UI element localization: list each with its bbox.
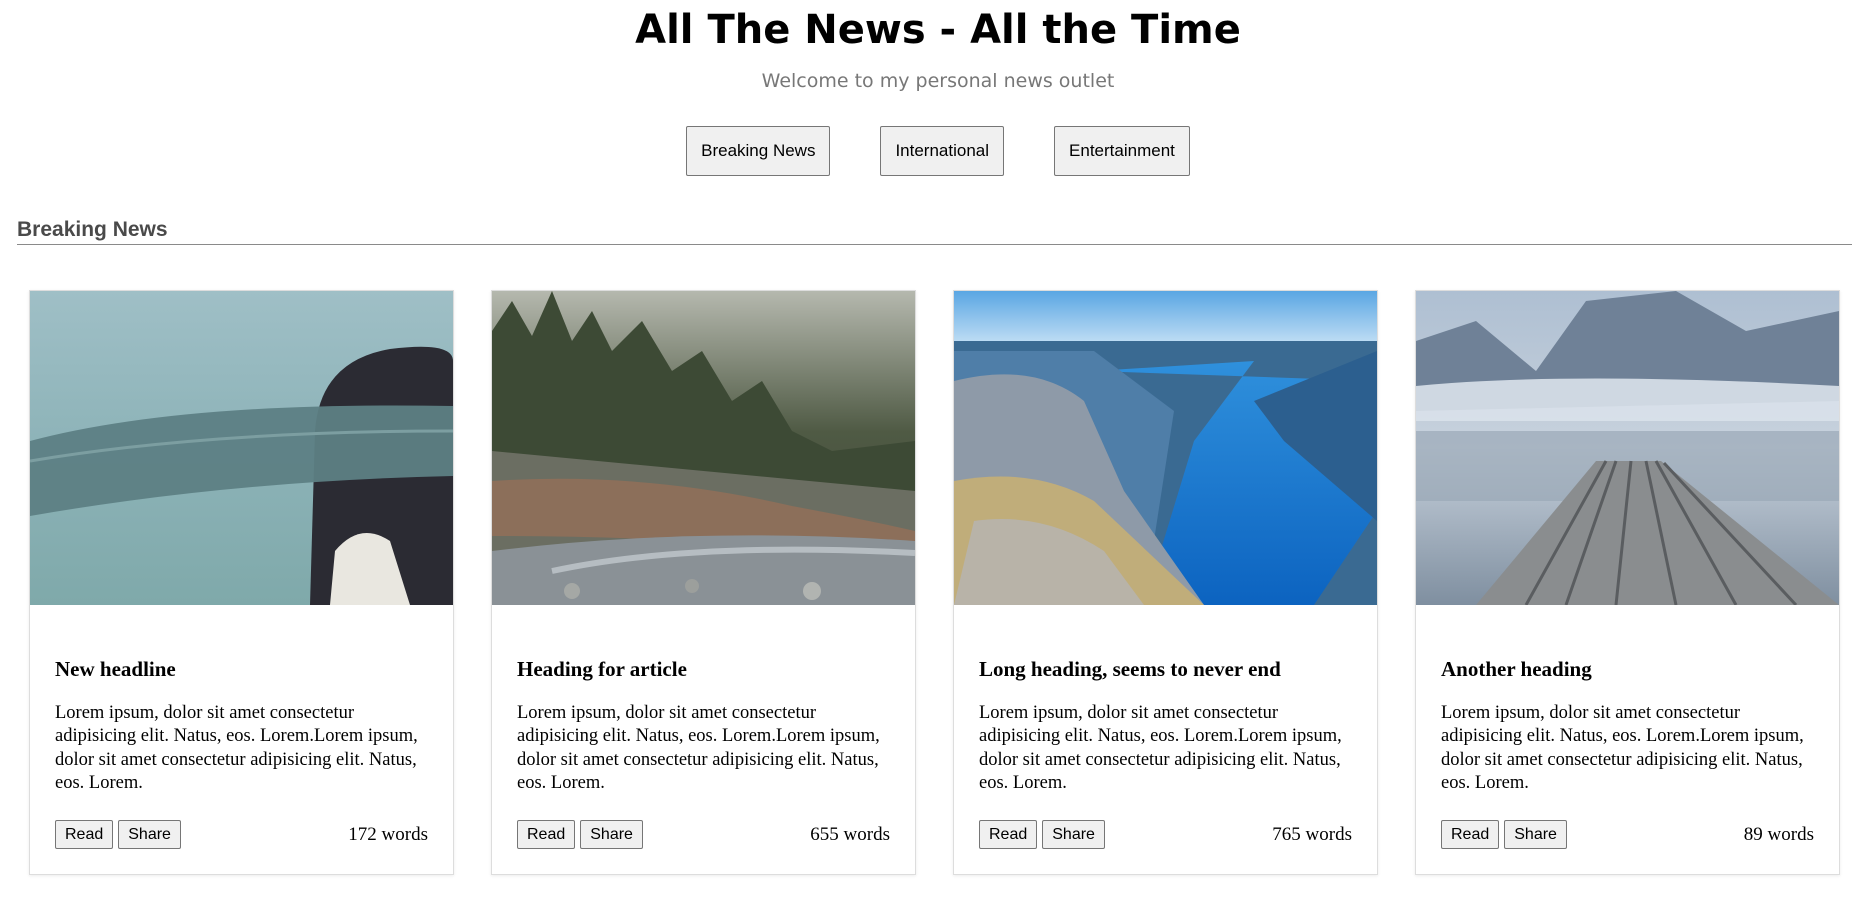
site-subtitle: Welcome to my personal news outlet — [761, 70, 1115, 92]
share-button[interactable]: Share — [1504, 820, 1567, 849]
fjord-photo — [954, 291, 1377, 605]
section-title: Breaking News — [17, 218, 1852, 245]
site-title: All The News - All the Time — [635, 7, 1241, 53]
card-text: Lorem ipsum, dolor sit amet consectetur … — [1441, 703, 1804, 793]
nav-button-entertainment[interactable]: Entertainment — [1054, 126, 1190, 176]
word-count: 765 words — [1272, 823, 1352, 845]
person-with-blindfold-photo — [30, 291, 453, 605]
card-heading: Long heading, seems to never end — [979, 657, 1281, 681]
word-count: 172 words — [348, 823, 428, 845]
card-heading: Another heading — [1441, 657, 1592, 681]
read-button[interactable]: Read — [1441, 820, 1500, 849]
share-button[interactable]: Share — [580, 820, 643, 849]
nav-button-breaking-news[interactable]: Breaking News — [686, 126, 831, 176]
card-text: Lorem ipsum, dolor sit amet consectetur … — [55, 703, 418, 793]
article-card: New headline Lorem ipsum, dolor sit amet… — [29, 290, 454, 875]
read-button[interactable]: Read — [55, 820, 114, 849]
lake-pier-photo — [1416, 291, 1839, 605]
card-heading: Heading for article — [517, 657, 687, 681]
card-footer: Read Share 89 words — [1441, 820, 1814, 849]
card-text: Lorem ipsum, dolor sit amet consectetur … — [979, 703, 1342, 793]
article-card: Long heading, seems to never end Lorem i… — [953, 290, 1378, 875]
card-footer: Read Share 655 words — [517, 820, 890, 849]
article-cards: New headline Lorem ipsum, dolor sit amet… — [29, 290, 1876, 875]
word-count: 89 words — [1743, 823, 1814, 845]
word-count: 655 words — [810, 823, 890, 845]
forest-river-photo — [492, 291, 915, 605]
read-button[interactable]: Read — [979, 820, 1038, 849]
share-button[interactable]: Share — [118, 820, 181, 849]
card-footer: Read Share 172 words — [55, 820, 428, 849]
card-footer: Read Share 765 words — [979, 820, 1352, 849]
article-card: Heading for article Lorem ipsum, dolor s… — [491, 290, 916, 875]
card-heading: New headline — [55, 657, 176, 681]
article-card: Another heading Lorem ipsum, dolor sit a… — [1415, 290, 1840, 875]
read-button[interactable]: Read — [517, 820, 576, 849]
category-nav: Breaking News International Entertainmen… — [0, 126, 1876, 176]
card-text: Lorem ipsum, dolor sit amet consectetur … — [517, 703, 880, 793]
nav-button-international[interactable]: International — [880, 126, 1005, 176]
share-button[interactable]: Share — [1042, 820, 1105, 849]
